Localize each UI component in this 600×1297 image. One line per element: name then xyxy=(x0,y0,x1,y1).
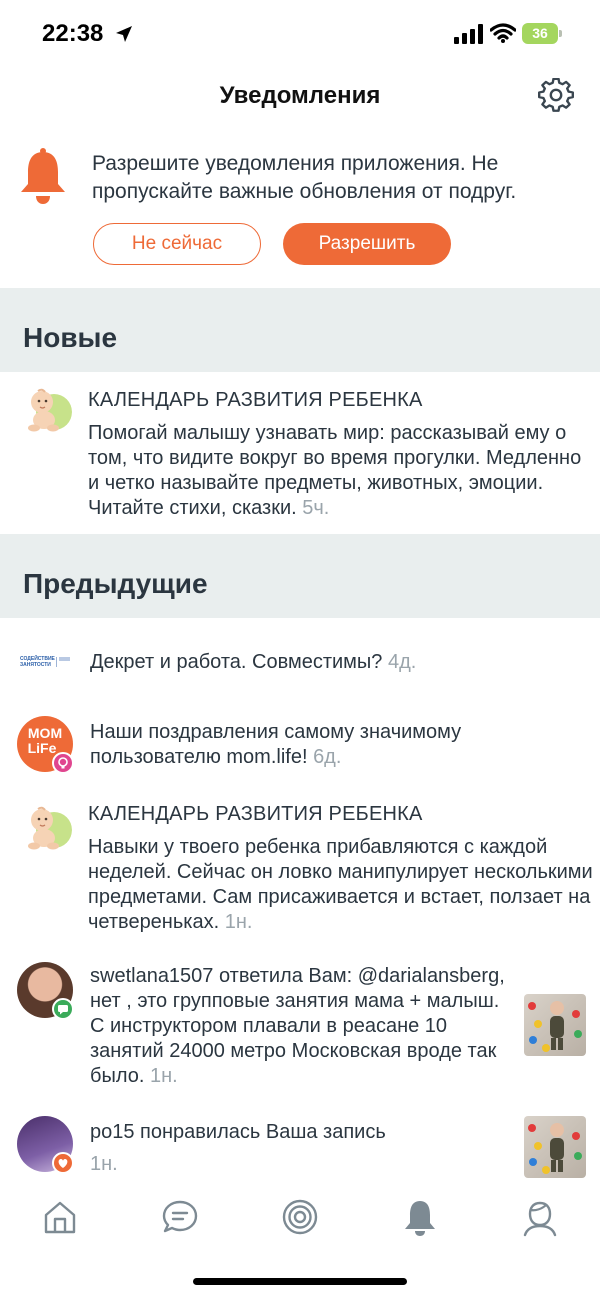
notification-item[interactable]: СОДЕЙСТВИЕ ЗАНЯТОСТИ Декрет и работа. Со… xyxy=(0,618,600,700)
employment-logo: СОДЕЙСТВИЕ ЗАНЯТОСТИ xyxy=(20,656,70,670)
profile-icon[interactable] xyxy=(520,1197,560,1237)
badge-comment-icon xyxy=(52,998,74,1020)
bell-icon xyxy=(21,148,65,204)
battery-level: 36 xyxy=(522,23,558,44)
wifi-icon xyxy=(490,23,516,43)
tab-bar xyxy=(0,1185,600,1255)
notification-time: 1н. xyxy=(90,1153,118,1175)
bell-tab-icon[interactable] xyxy=(400,1197,440,1237)
notification-action: ответила Вам: xyxy=(213,965,353,987)
gear-icon[interactable] xyxy=(538,78,574,114)
baby-calendar-avatar xyxy=(28,806,72,850)
employment-logo-text: СОДЕЙСТВИЕ ЗАНЯТОСТИ xyxy=(20,656,55,668)
badge-idea-icon xyxy=(52,752,74,774)
baby-calendar-avatar xyxy=(28,388,72,432)
section-title-new: Новые xyxy=(23,322,118,353)
notification-item[interactable]: КАЛЕНДАРЬ РАЗВИТИЯ РЕБЕНКА Навыки у твое… xyxy=(0,790,600,950)
notification-text: Помогай малышу узнавать мир: рассказывай… xyxy=(88,422,582,519)
notification-time: 4д. xyxy=(387,651,417,673)
battery-cap xyxy=(559,30,562,37)
momlife-logo-text-1: MOM xyxy=(27,725,63,741)
username[interactable]: po15 xyxy=(90,1121,135,1143)
username[interactable]: swetlana1507 xyxy=(90,965,213,987)
permission-text: Разрешите уведомления приложения. Не про… xyxy=(92,152,517,203)
allow-button[interactable]: Разрешить xyxy=(283,223,451,265)
not-now-button[interactable]: Не сейчас xyxy=(93,223,261,265)
post-thumbnail[interactable] xyxy=(524,1116,586,1178)
notification-time: 5ч. xyxy=(302,497,330,519)
notification-time: 1н. xyxy=(224,911,253,933)
notification-item[interactable]: КАЛЕНДАРЬ РАЗВИТИЯ РЕБЕНКА Помогай малыш… xyxy=(0,372,600,534)
chat-icon[interactable] xyxy=(160,1197,200,1237)
notification-body: Навыки у твоего ребенка прибавляются с к… xyxy=(88,835,593,935)
section-previous: Предыдущие xyxy=(0,534,600,618)
notification-action: понравилась Ваша запись xyxy=(134,1121,386,1143)
status-bar: 22:38 36 xyxy=(0,0,600,68)
section-title-previous: Предыдущие xyxy=(23,568,208,599)
notification-item[interactable]: MOM LiFe Наши поздравления самому значим… xyxy=(0,700,600,790)
notification-time: 1н. xyxy=(149,1065,178,1087)
location-arrow-icon xyxy=(116,26,132,42)
notification-item[interactable]: swetlana1507 ответила Вам: @darialansber… xyxy=(0,950,600,1100)
notification-time: 6д. xyxy=(313,746,342,768)
section-new: Новые xyxy=(0,288,600,372)
notification-body: Помогай малышу узнавать мир: рассказывай… xyxy=(88,421,588,521)
notification-text: Наши поздравления самому значимому польз… xyxy=(90,721,462,768)
notification-text: Навыки у твоего ребенка прибавляются с к… xyxy=(88,836,593,933)
status-time: 22:38 xyxy=(42,20,104,47)
badge-heart-icon xyxy=(52,1152,74,1174)
notification-body: Декрет и работа. Совместимы? 4д. xyxy=(90,650,580,675)
notification-item[interactable]: po15 понравилась Ваша запись 1н. xyxy=(0,1100,600,1185)
notification-title: КАЛЕНДАРЬ РАЗВИТИЯ РЕБЕНКА xyxy=(88,389,423,411)
home-indicator xyxy=(193,1278,407,1285)
notification-title: КАЛЕНДАРЬ РАЗВИТИЯ РЕБЕНКА xyxy=(88,803,423,825)
battery-icon: 36 xyxy=(522,23,562,44)
post-thumbnail[interactable] xyxy=(524,994,586,1056)
notification-body: swetlana1507 ответила Вам: @darialansber… xyxy=(90,964,510,1089)
notification-body: po15 понравилась Ваша запись xyxy=(90,1120,510,1145)
cellular-signal-icon xyxy=(454,24,483,44)
logo-mark xyxy=(59,657,70,661)
notification-body: Наши поздравления самому значимому польз… xyxy=(90,720,550,770)
logo-divider xyxy=(56,657,57,667)
page-title: Уведомления xyxy=(219,82,381,109)
target-icon[interactable] xyxy=(280,1197,320,1237)
home-icon[interactable] xyxy=(40,1197,80,1237)
notification-text: Декрет и работа. Совместимы? xyxy=(90,651,383,673)
